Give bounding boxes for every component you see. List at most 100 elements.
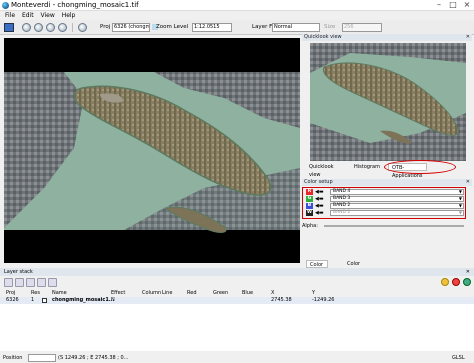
red-band-select[interactable]: BAND 4 ▼: [330, 189, 464, 195]
menu-view[interactable]: View: [41, 11, 55, 20]
satellite-image: [4, 72, 300, 233]
row-proj: 6326: [6, 297, 19, 303]
layer-stack-header: Layer stack ✕: [0, 268, 474, 276]
col-effect[interactable]: Effect: [111, 290, 125, 296]
gl-label: GLSL: [452, 355, 465, 361]
color-setup-close-icon[interactable]: ✕: [466, 179, 470, 186]
layer-bottom-icon[interactable]: [37, 278, 46, 287]
white-band-value: BAND 2: [333, 210, 351, 215]
tab-color-setup[interactable]: Color setup: [306, 260, 328, 276]
menu-help[interactable]: Help: [62, 11, 76, 20]
col-x[interactable]: X: [271, 290, 274, 296]
green-link-arrow-icon[interactable]: ◀▬: [315, 196, 324, 202]
layer-table-body: [0, 297, 474, 351]
highlight-ellipse: [384, 160, 456, 174]
layer-visible-checkbox[interactable]: [42, 298, 47, 303]
band-row-white: W ◀▬ BAND 2 ▼: [306, 210, 464, 217]
minimize-button[interactable]: –: [432, 0, 446, 11]
col-green[interactable]: Green: [213, 290, 228, 296]
window-title: Monteverdi - chongming_mosaic1.tif: [11, 1, 139, 9]
close-button[interactable]: ×: [460, 0, 474, 11]
quicklook-view[interactable]: [310, 43, 466, 161]
alpha-label: Alpha:: [302, 223, 318, 229]
col-red[interactable]: Red: [187, 290, 197, 296]
blue-channel-chip: B: [306, 203, 313, 209]
quicklook-image: [310, 43, 466, 161]
zoom-fit-icon[interactable]: [46, 23, 55, 32]
title-bar: Monteverdi - chongming_mosaic1.tif – □ ×: [0, 0, 474, 11]
white-link-arrow-icon[interactable]: ◀▬: [315, 210, 324, 216]
maximize-button[interactable]: □: [446, 0, 460, 11]
col-name[interactable]: Name: [52, 290, 67, 296]
color-setup-header-label: Color setup: [304, 179, 333, 185]
row-res: 1: [31, 297, 35, 303]
row-x: 2745.38: [271, 297, 292, 303]
zoom-level-label: Zoom Level: [156, 24, 189, 30]
chevron-down-icon: ▼: [458, 210, 462, 215]
row-name: chongming_mosaic1...: [52, 297, 115, 303]
main-image-view[interactable]: [4, 38, 300, 263]
blue-band-select[interactable]: BAND 2 ▼: [330, 203, 464, 209]
col-proj[interactable]: Proj: [6, 290, 15, 296]
table-row[interactable]: 6326 1 chongming_mosaic1... N 2745.38 -1…: [0, 297, 474, 304]
layer-stack-close-icon[interactable]: ✕: [466, 268, 470, 276]
quicklook-header-label: Quicklook view: [304, 34, 342, 40]
layer-stack-title: Layer stack: [4, 269, 33, 275]
quicklook-header: Quicklook view ✕: [302, 34, 472, 41]
zoom-out-icon[interactable]: [34, 23, 43, 32]
tab-quicklook-view[interactable]: Quicklook view: [306, 163, 337, 178]
right-dock: Quicklook view ✕ Quicklook view Histogra…: [302, 34, 472, 276]
col-y[interactable]: Y: [312, 290, 315, 296]
col-res[interactable]: Res: [31, 290, 40, 296]
color-setup-header: Color setup ✕: [302, 179, 472, 186]
menu-file[interactable]: File: [5, 11, 15, 20]
save-icon[interactable]: [4, 23, 14, 32]
blue-band-value: BAND 2: [333, 203, 351, 208]
layer-projection-icon[interactable]: [48, 278, 57, 287]
proj-label: Proj: [100, 24, 111, 30]
band-row-blue: B ◀▬ BAND 2 ▼: [306, 203, 464, 210]
status-bar: Position (S 1249.26 ; E 2745.38 ; 0... G…: [0, 354, 474, 363]
green-band-value: BAND 3: [333, 196, 351, 201]
menu-edit[interactable]: Edit: [22, 11, 34, 20]
alpha-slider[interactable]: [324, 225, 464, 227]
zoom-level-field[interactable]: 1:12.0515: [192, 23, 232, 32]
zoom-extent-icon[interactable]: [78, 23, 87, 32]
red-band-value: BAND 4: [333, 189, 351, 194]
layer-save-icon[interactable]: [463, 278, 471, 286]
layer-delete-icon[interactable]: [452, 278, 460, 286]
col-line[interactable]: Line: [162, 290, 172, 296]
blue-link-arrow-icon[interactable]: ◀▬: [315, 203, 324, 209]
proj-field[interactable]: 6326 (chongmi: [112, 23, 150, 32]
layer-down-icon[interactable]: [26, 278, 35, 287]
toolbar-divider: [72, 23, 73, 32]
tab-histogram[interactable]: Histogram: [351, 163, 383, 171]
layer-apply-icon[interactable]: [441, 278, 449, 286]
green-band-select[interactable]: BAND 3 ▼: [330, 196, 464, 202]
position-field[interactable]: [28, 354, 56, 362]
layer-top-icon[interactable]: [4, 278, 13, 287]
menu-bar: File Edit View Help: [0, 11, 474, 20]
chevron-down-icon: ▼: [458, 203, 462, 208]
layer-up-icon[interactable]: [15, 278, 24, 287]
size-field[interactable]: 256: [342, 23, 382, 32]
col-column[interactable]: Column: [142, 290, 161, 296]
zoom-in-icon[interactable]: [22, 23, 31, 32]
tab-color-dynamics[interactable]: Color dynamics: [344, 260, 374, 275]
green-channel-chip: G: [306, 196, 313, 202]
toolbar: Proj 6326 (chongmi Zoom Level 1:12.0515 …: [0, 20, 474, 35]
chevron-down-icon: ▼: [458, 196, 462, 201]
layer-fx-select[interactable]: Normal: [272, 23, 320, 32]
size-label: Size: [324, 24, 336, 30]
band-row-green: G ◀▬ BAND 3 ▼: [306, 196, 464, 203]
red-link-arrow-icon[interactable]: ◀▬: [315, 189, 324, 195]
zoom-full-icon[interactable]: [58, 23, 67, 32]
white-channel-chip: W: [306, 210, 313, 216]
white-band-select[interactable]: BAND 2 ▼: [330, 210, 464, 216]
app-icon: [2, 2, 9, 9]
quicklook-close-icon[interactable]: ✕: [466, 34, 470, 41]
band-row-red: R ◀▬ BAND 4 ▼: [306, 189, 464, 196]
col-blue[interactable]: Blue: [242, 290, 253, 296]
row-y: -1249.26: [312, 297, 335, 303]
band-selection-highlight: R ◀▬ BAND 4 ▼ G ◀▬ BAND 3 ▼ B ◀▬ BAND 2 ▼ W…: [302, 187, 466, 219]
